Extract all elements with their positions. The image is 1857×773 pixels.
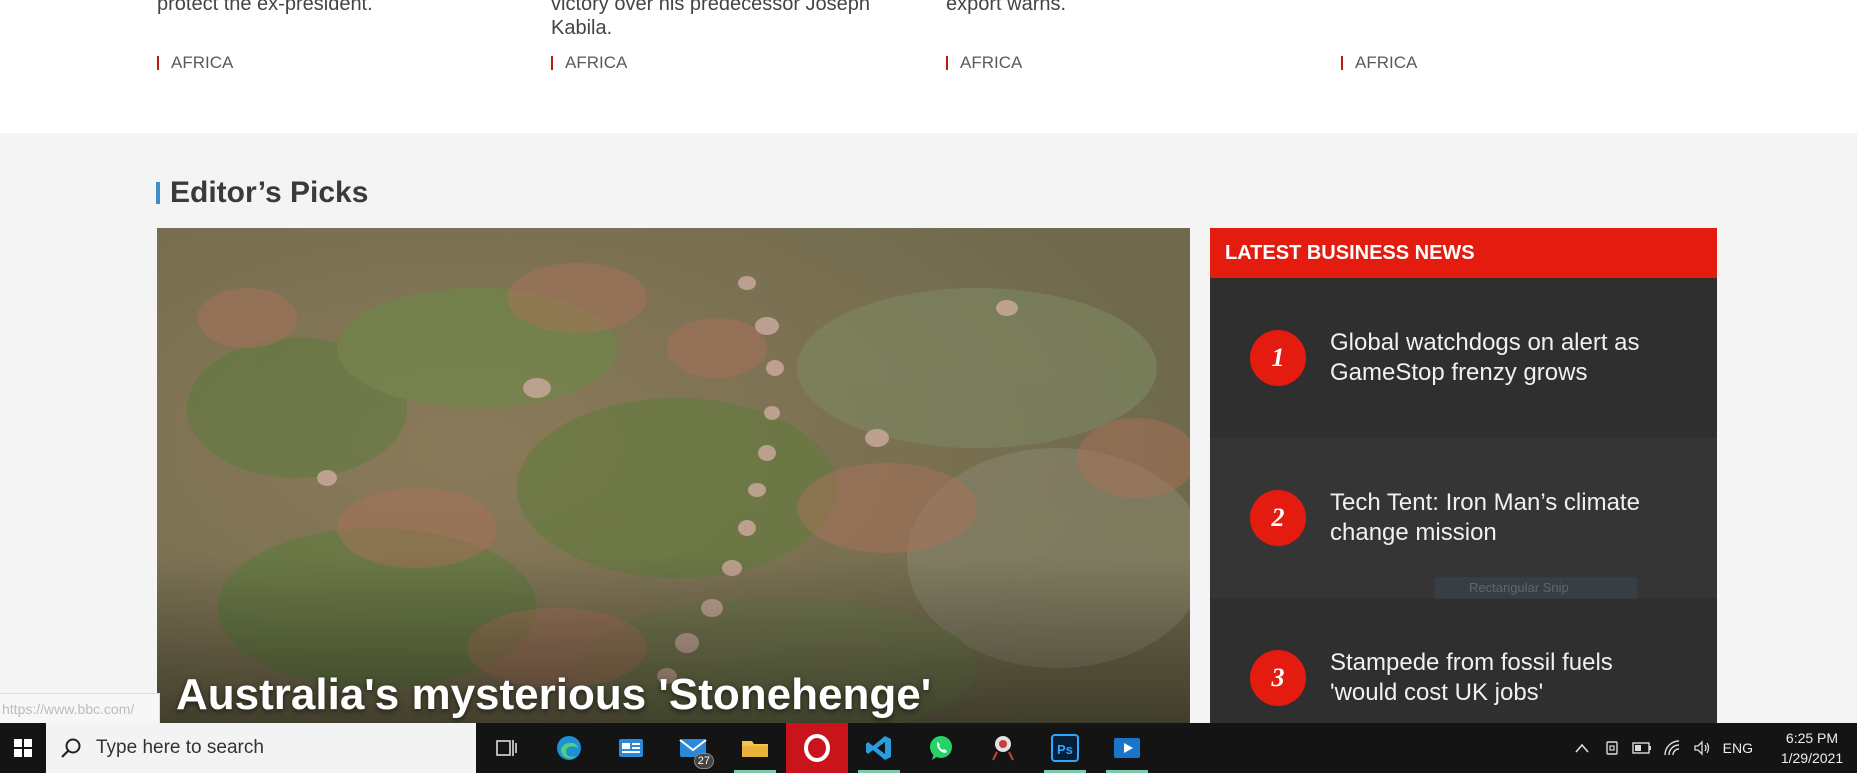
taskbar-whatsapp[interactable]: [910, 723, 972, 773]
volume-button[interactable]: [1687, 723, 1717, 773]
speaker-icon: [1694, 740, 1709, 756]
wifi-icon: [1663, 740, 1679, 756]
tag-divider: [1341, 56, 1343, 70]
mail-unread-badge: 27: [693, 753, 714, 769]
section-title: Editor’s Picks: [170, 176, 369, 209]
hero-headline[interactable]: Australia's mysterious 'Stonehenge': [176, 670, 931, 720]
battery-icon: [1631, 742, 1651, 754]
opera-browser-icon: [804, 734, 830, 762]
rank-badge: 3: [1250, 650, 1306, 706]
tray-device-button[interactable]: [1597, 723, 1627, 773]
heading-accent-bar: [156, 182, 160, 204]
taskbar-edge[interactable]: [538, 723, 600, 773]
folder-icon: [742, 741, 768, 757]
story-summary[interactable]: export warns.: [946, 0, 1066, 16]
taskbar: Type here to search 27 Ps ENG 6:25 PM 1/…: [0, 723, 1857, 773]
snip-tooltip: Rectangular Snip: [1435, 577, 1637, 599]
news-headline-link[interactable]: Global watchdogs on alert as GameStop fr…: [1330, 328, 1660, 388]
photoshop-icon: Ps: [1051, 734, 1079, 762]
status-bar-url: https://www.bbc.com/: [0, 693, 160, 723]
chevron-up-icon: [1575, 743, 1589, 753]
input-language[interactable]: ENG: [1723, 740, 1753, 756]
news-app-icon: [619, 739, 643, 757]
news-headline-link[interactable]: Stampede from fossil fuels 'would cost U…: [1330, 648, 1660, 708]
news-headline-link[interactable]: Tech Tent: Iron Man’s climate change mis…: [1330, 488, 1660, 548]
latest-business-news-panel: LATEST BUSINESS NEWS 1 Global watchdogs …: [1210, 228, 1717, 773]
rank-badge: 2: [1250, 490, 1306, 546]
tag-divider: [946, 56, 948, 70]
tag-label[interactable]: AFRICA: [1355, 53, 1417, 73]
story-tag[interactable]: AFRICA: [1341, 53, 1417, 73]
rank-badge: 1: [1250, 330, 1306, 386]
start-button[interactable]: [0, 723, 46, 773]
task-view-button[interactable]: [476, 723, 538, 773]
hero-story[interactable]: Australia's mysterious 'Stonehenge': [157, 228, 1190, 773]
edge-browser-icon: [557, 736, 581, 760]
vscode-icon: [866, 736, 891, 760]
video-editor-icon: [1114, 738, 1140, 758]
tag-label[interactable]: AFRICA: [960, 53, 1022, 73]
tag-divider: [157, 56, 159, 70]
task-view-icon: [496, 740, 517, 756]
story-summary[interactable]: victory over his predecessor Joseph Kabi…: [551, 0, 891, 40]
whatsapp-icon: [930, 736, 952, 760]
battery-button[interactable]: [1627, 723, 1657, 773]
taskbar-news-app[interactable]: [600, 723, 662, 773]
taskbar-mail[interactable]: 27: [662, 723, 724, 773]
show-hidden-icons-button[interactable]: [1567, 723, 1597, 773]
taskbar-opera[interactable]: [786, 723, 848, 773]
story-tag[interactable]: AFRICA: [946, 53, 1022, 73]
taskbar-media-app[interactable]: [1096, 723, 1158, 773]
editors-picks-heading: Editor’s Picks: [156, 176, 368, 210]
story-tag[interactable]: AFRICA: [157, 53, 233, 73]
taskbar-file-explorer[interactable]: [724, 723, 786, 773]
clock-date: 1/29/2021: [1780, 750, 1844, 766]
tag-label[interactable]: AFRICA: [171, 53, 233, 73]
story-tag[interactable]: AFRICA: [551, 53, 627, 73]
search-placeholder: Type here to search: [96, 737, 264, 758]
tag-divider: [551, 56, 553, 70]
news-list-item[interactable]: 2 Tech Tent: Iron Man’s climate change m…: [1210, 438, 1717, 598]
news-list-item[interactable]: 1 Global watchdogs on alert as GameStop …: [1210, 278, 1717, 438]
tag-label[interactable]: AFRICA: [565, 53, 627, 73]
network-button[interactable]: [1657, 723, 1687, 773]
clock-time: 6:25 PM: [1785, 730, 1839, 746]
search-icon: [61, 738, 81, 758]
top-stories-strip: protect the ex-president. AFRICA victory…: [0, 0, 1857, 133]
taskbar-vscode[interactable]: [848, 723, 910, 773]
system-tray: ENG 6:25 PM 1/29/2021: [1567, 723, 1857, 773]
device-icon: [1605, 741, 1618, 755]
story-summary[interactable]: protect the ex-president.: [157, 0, 373, 16]
snipping-tool-icon: [992, 736, 1014, 761]
taskbar-photoshop[interactable]: Ps: [1034, 723, 1096, 773]
svg-text:Ps: Ps: [1057, 742, 1073, 757]
taskbar-search[interactable]: Type here to search: [46, 723, 476, 773]
clock[interactable]: 6:25 PM 1/29/2021: [1767, 728, 1857, 768]
news-panel-header: LATEST BUSINESS NEWS: [1210, 228, 1717, 278]
windows-logo-icon: [14, 739, 32, 757]
taskbar-snip-tool[interactable]: [972, 723, 1034, 773]
